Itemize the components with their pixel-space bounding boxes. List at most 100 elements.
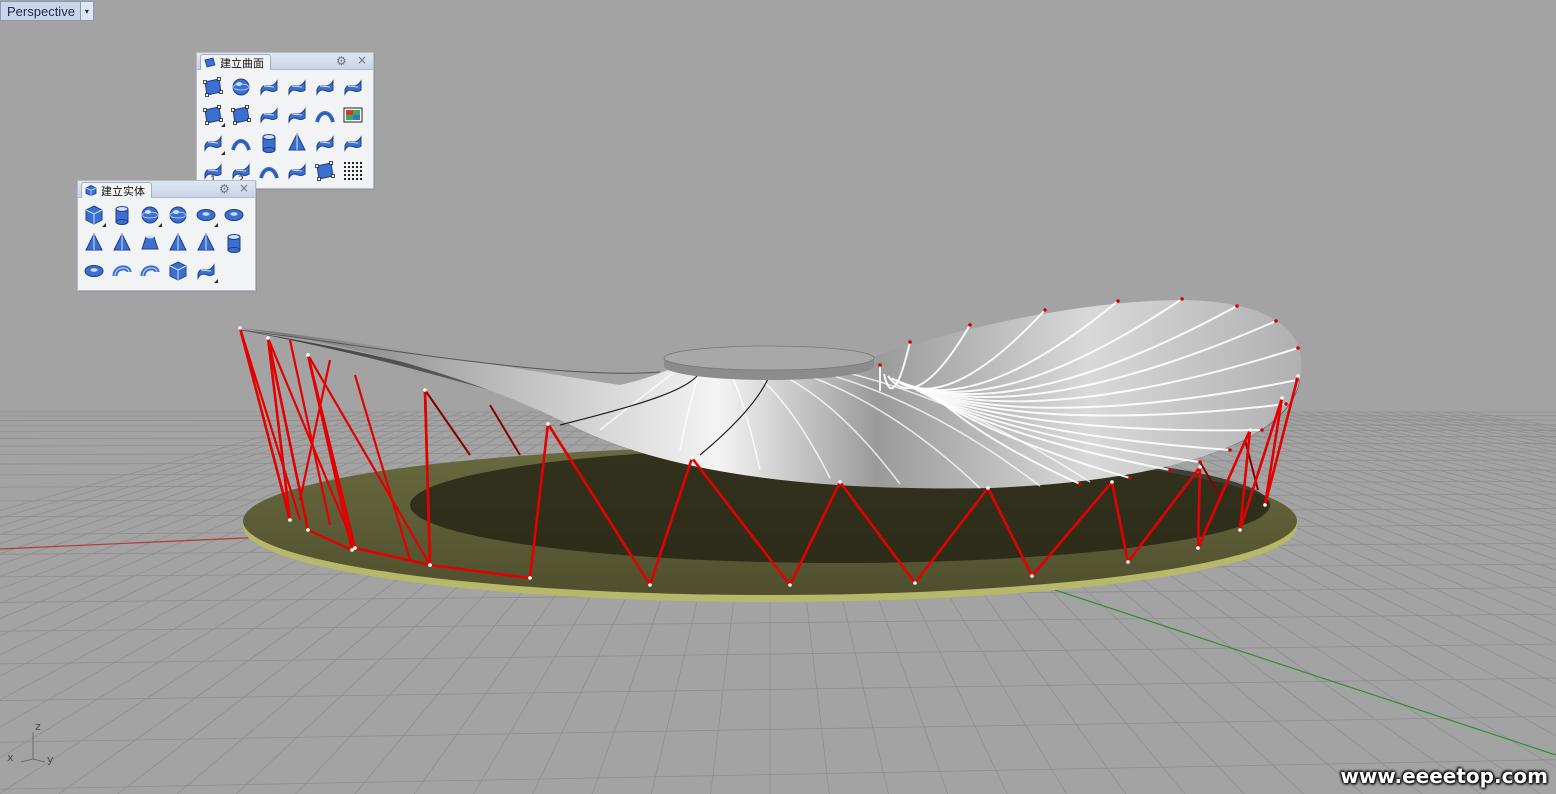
truss-joint bbox=[1280, 396, 1284, 400]
solid-tube-button[interactable] bbox=[220, 229, 248, 257]
solid-paraboloid-button[interactable] bbox=[220, 201, 248, 229]
surface-cone-button[interactable] bbox=[283, 129, 311, 157]
surface-network-button[interactable] bbox=[255, 73, 283, 101]
truss-joint bbox=[1110, 480, 1114, 484]
surface-extrude-button[interactable] bbox=[311, 73, 339, 101]
rim-joint bbox=[1235, 304, 1239, 308]
truss-joint bbox=[350, 548, 354, 552]
flyout-arrow-icon[interactable] bbox=[102, 223, 106, 227]
surface-cone-icon bbox=[288, 132, 306, 151]
surface-sweep-icon bbox=[344, 79, 362, 96]
truss-joint bbox=[428, 563, 432, 567]
rim-joint bbox=[1180, 297, 1184, 301]
solid-box-button[interactable] bbox=[80, 201, 108, 229]
solid-sphere-button[interactable] bbox=[136, 201, 164, 229]
solid-paraboloid-icon bbox=[224, 209, 244, 221]
truss-joint bbox=[528, 576, 532, 580]
surface-revolve-button[interactable] bbox=[255, 157, 283, 185]
rim-joint bbox=[878, 363, 882, 367]
grid-line-horizontal bbox=[0, 759, 1556, 790]
flyout-arrow-icon[interactable] bbox=[158, 223, 162, 227]
rim-joint bbox=[1284, 402, 1288, 406]
surface-rectangle-plane-button[interactable] bbox=[199, 101, 227, 129]
surface-loft-button[interactable] bbox=[283, 73, 311, 101]
grid-line-depth bbox=[0, 411, 463, 590]
surface-curve-network-button[interactable] bbox=[311, 129, 339, 157]
surface-sweep-button[interactable] bbox=[339, 73, 367, 101]
surface-blend-icon bbox=[315, 111, 335, 123]
rim-joint bbox=[1295, 378, 1299, 382]
surface-tube-button[interactable] bbox=[255, 129, 283, 157]
surface-panel-tab[interactable]: 建立曲面 bbox=[200, 54, 271, 70]
grid-line-depth bbox=[1259, 411, 1556, 484]
flyout-arrow-icon[interactable] bbox=[221, 151, 225, 155]
axis-gizmo-lines bbox=[20, 732, 46, 763]
solid-frustum-button[interactable] bbox=[136, 229, 164, 257]
viewport-menu-arrow-icon[interactable]: ▾ bbox=[79, 1, 94, 21]
flyout-arrow-icon[interactable] bbox=[214, 223, 218, 227]
surface-drape-icon bbox=[344, 135, 362, 152]
surface-vertical-plane-button[interactable] bbox=[227, 101, 255, 129]
solid-extrude-surface-button[interactable] bbox=[164, 257, 192, 285]
solid-panel-header[interactable]: 建立实体 ⚙ × bbox=[78, 181, 255, 198]
surface-tab-icon bbox=[204, 57, 216, 68]
solid-pipe-open-button[interactable] bbox=[136, 257, 164, 285]
solid-truncated-cone-button[interactable] bbox=[80, 229, 108, 257]
solid-extrude-planar-button[interactable] bbox=[192, 257, 220, 285]
solid-tube-icon bbox=[227, 234, 241, 253]
surface-loft-icon bbox=[288, 79, 306, 96]
solid-pyramid-button[interactable] bbox=[164, 229, 192, 257]
roof-surface[interactable] bbox=[240, 300, 1302, 489]
solid-torus-icon bbox=[84, 265, 104, 277]
surface-rail-revolve-button[interactable] bbox=[227, 129, 255, 157]
surface-loft-shape-button[interactable] bbox=[283, 157, 311, 185]
surface-heightfield-icon bbox=[343, 107, 363, 123]
rim-joint bbox=[1260, 428, 1264, 432]
rim-joint bbox=[1078, 482, 1082, 486]
solid-pipe-open-icon bbox=[140, 265, 160, 277]
rim-joint bbox=[968, 323, 972, 327]
solid-cylinder-button[interactable] bbox=[108, 201, 136, 229]
surface-extrude-straight-button[interactable] bbox=[199, 129, 227, 157]
surface-edge-curves-button[interactable] bbox=[255, 101, 283, 129]
solid-pipe-button[interactable] bbox=[108, 257, 136, 285]
rim-joint bbox=[1296, 346, 1300, 350]
solid-cone-button[interactable] bbox=[108, 229, 136, 257]
solid-panel-gear-icon[interactable]: ⚙ bbox=[219, 182, 230, 196]
solid-truncated-pyramid-button[interactable] bbox=[192, 229, 220, 257]
flyout-arrow-icon[interactable] bbox=[214, 279, 218, 283]
solid-sphere-arc-button[interactable] bbox=[164, 201, 192, 229]
surface-sphere-button[interactable] bbox=[227, 73, 255, 101]
surface-drape-button[interactable] bbox=[339, 129, 367, 157]
surface-point-grid-button[interactable] bbox=[339, 157, 367, 185]
axis-gizmo: z x y bbox=[4, 718, 64, 774]
surface-plane-through-points-button[interactable] bbox=[311, 157, 339, 185]
solid-panel-title: 建立实体 bbox=[101, 184, 145, 198]
surface-from-corner-points-button[interactable] bbox=[199, 73, 227, 101]
rim-joint bbox=[1168, 468, 1172, 472]
truss-joint bbox=[1263, 503, 1267, 507]
surface-plane-through-points-icon bbox=[315, 161, 335, 181]
surface-revolve-icon bbox=[259, 167, 279, 179]
truss-joint bbox=[238, 326, 242, 330]
surface-panel-gear-icon[interactable]: ⚙ bbox=[336, 54, 347, 68]
viewport-title[interactable]: Perspective ▾ bbox=[0, 1, 94, 21]
surface-panel-close-icon[interactable]: × bbox=[357, 53, 367, 68]
surface-heightfield-button[interactable] bbox=[339, 101, 367, 129]
grid-line-depth bbox=[1385, 411, 1556, 445]
truss-joint bbox=[986, 486, 990, 490]
solid-torus-button[interactable] bbox=[80, 257, 108, 285]
surface-patch-button[interactable] bbox=[283, 101, 311, 129]
surface-blend-button[interactable] bbox=[311, 101, 339, 129]
viewport-title-label[interactable]: Perspective bbox=[0, 1, 80, 21]
flyout-arrow-icon[interactable] bbox=[221, 123, 225, 127]
perspective-viewport[interactable]: Perspective ▾ 建立曲面 ⚙ × 12 建立实体 ⚙ × bbox=[0, 0, 1556, 794]
solid-panel-close-icon[interactable]: × bbox=[239, 181, 249, 196]
solid-toolbar-panel[interactable]: 建立实体 ⚙ × bbox=[77, 180, 256, 291]
surface-rail-revolve-icon bbox=[231, 139, 251, 151]
solid-panel-tab[interactable]: 建立实体 bbox=[81, 182, 152, 198]
truss-joint bbox=[1126, 560, 1130, 564]
surface-toolbar-panel[interactable]: 建立曲面 ⚙ × 12 bbox=[196, 52, 374, 189]
solid-ellipsoid-button[interactable] bbox=[192, 201, 220, 229]
surface-panel-header[interactable]: 建立曲面 ⚙ × bbox=[197, 53, 373, 70]
